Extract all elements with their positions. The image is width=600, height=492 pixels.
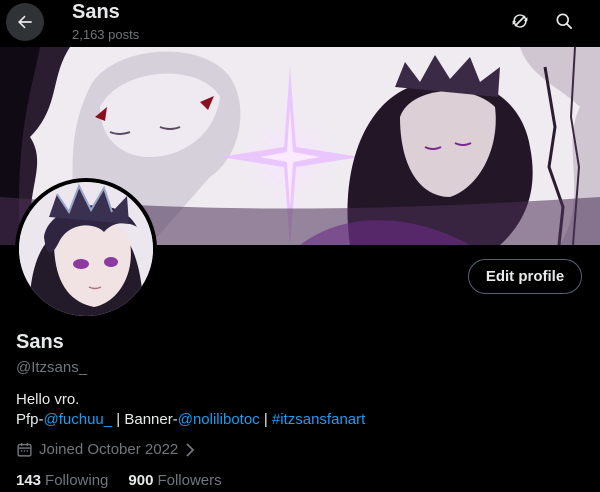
avatar-artwork (19, 182, 153, 316)
following-link[interactable]: 143 Following (16, 472, 108, 489)
following-count: 143 (16, 472, 42, 489)
chevron-right-icon (186, 442, 195, 457)
search-icon (556, 13, 572, 30)
search-button[interactable] (549, 6, 579, 36)
bio-separator-2: | (259, 411, 272, 428)
bio-line-2: Pfp-@fuchuu_ | Banner-@nolilibotoc | #it… (16, 410, 365, 430)
profile-name: Sans (16, 331, 64, 353)
joined-text: Joined October 2022 (39, 441, 179, 458)
profile-handle: @Itzsans_ (16, 359, 88, 376)
joined-date[interactable]: Joined October 2022 (16, 441, 196, 458)
bio-banner-link[interactable]: @nolilibotoc (178, 411, 260, 428)
page-title: Sans (72, 1, 120, 23)
bio-hashtag-link[interactable]: #itzsansfanart (272, 411, 365, 428)
arrow-left-icon (18, 15, 32, 29)
bio-separator-1: | Banner- (112, 411, 178, 428)
bio-pfp-link[interactable]: @fuchuu_ (44, 411, 113, 428)
post-count: 2,163 posts (72, 27, 140, 42)
back-button[interactable] (6, 3, 44, 41)
profile-bio: Hello vro. Pfp-@fuchuu_ | Banner-@nolili… (16, 390, 365, 430)
refresh-icon (512, 14, 528, 28)
calendar-icon (17, 443, 32, 457)
bio-pfp-prefix: Pfp- (16, 411, 44, 428)
edit-profile-button[interactable]: Edit profile (468, 259, 582, 294)
avatar-image (19, 182, 153, 316)
profile-avatar[interactable] (15, 178, 157, 320)
refresh-button[interactable] (505, 6, 535, 36)
followers-label: Followers (157, 472, 222, 489)
followers-link[interactable]: 900 Followers (128, 472, 221, 489)
followers-count: 900 (128, 472, 154, 489)
following-label: Following (45, 472, 109, 489)
bio-line-1: Hello vro. (16, 391, 80, 408)
top-bar: Sans 2,163 posts (0, 0, 600, 47)
follow-stats: 143 Following 900 Followers (16, 472, 222, 489)
